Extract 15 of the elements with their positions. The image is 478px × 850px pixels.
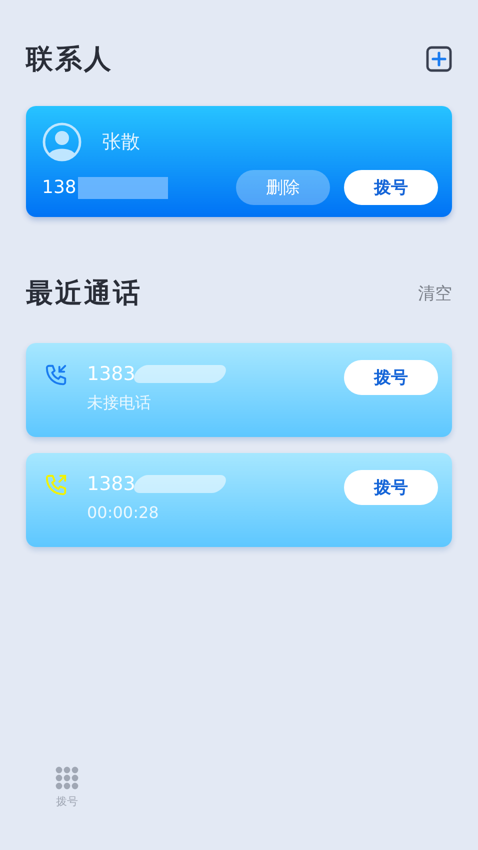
dial-button[interactable]: 拨号 <box>344 360 438 395</box>
phone-number: 138 <box>42 177 76 198</box>
contact-name: 张散 <box>102 130 140 155</box>
dial-button[interactable]: 拨号 <box>344 170 438 205</box>
phone-number: 1383 <box>87 473 136 495</box>
phone-number: 1383 <box>87 363 136 385</box>
dial-button[interactable]: 拨号 <box>344 470 438 505</box>
avatar-icon <box>42 122 82 162</box>
clear-button[interactable]: 清空 <box>418 282 452 304</box>
call-detail: 00:00:28 <box>87 503 160 522</box>
section-title: 联系人 <box>26 43 113 77</box>
add-icon[interactable] <box>426 46 452 72</box>
call-detail: 未接电话 <box>87 393 152 414</box>
keypad-icon <box>55 766 79 790</box>
section-title: 最近通话 <box>26 277 142 311</box>
